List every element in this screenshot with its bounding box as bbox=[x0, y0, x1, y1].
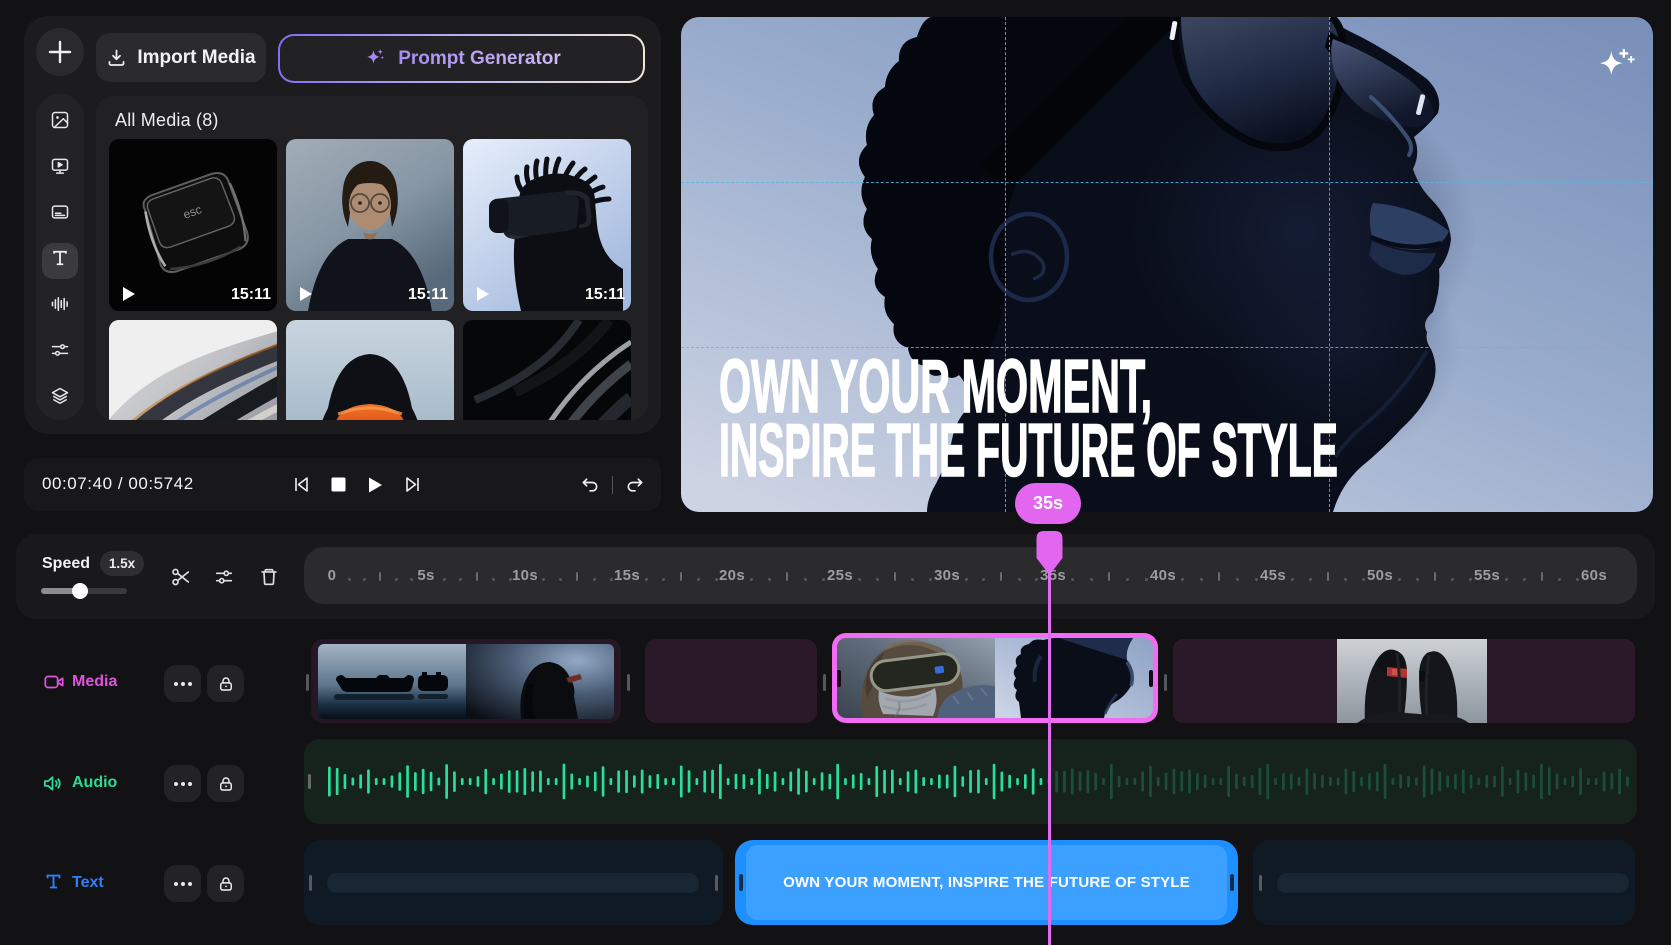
svg-text:15:11: 15:11 bbox=[585, 286, 625, 303]
svg-text:15:11: 15:11 bbox=[231, 286, 271, 303]
svg-text:15:11: 15:11 bbox=[408, 286, 448, 303]
